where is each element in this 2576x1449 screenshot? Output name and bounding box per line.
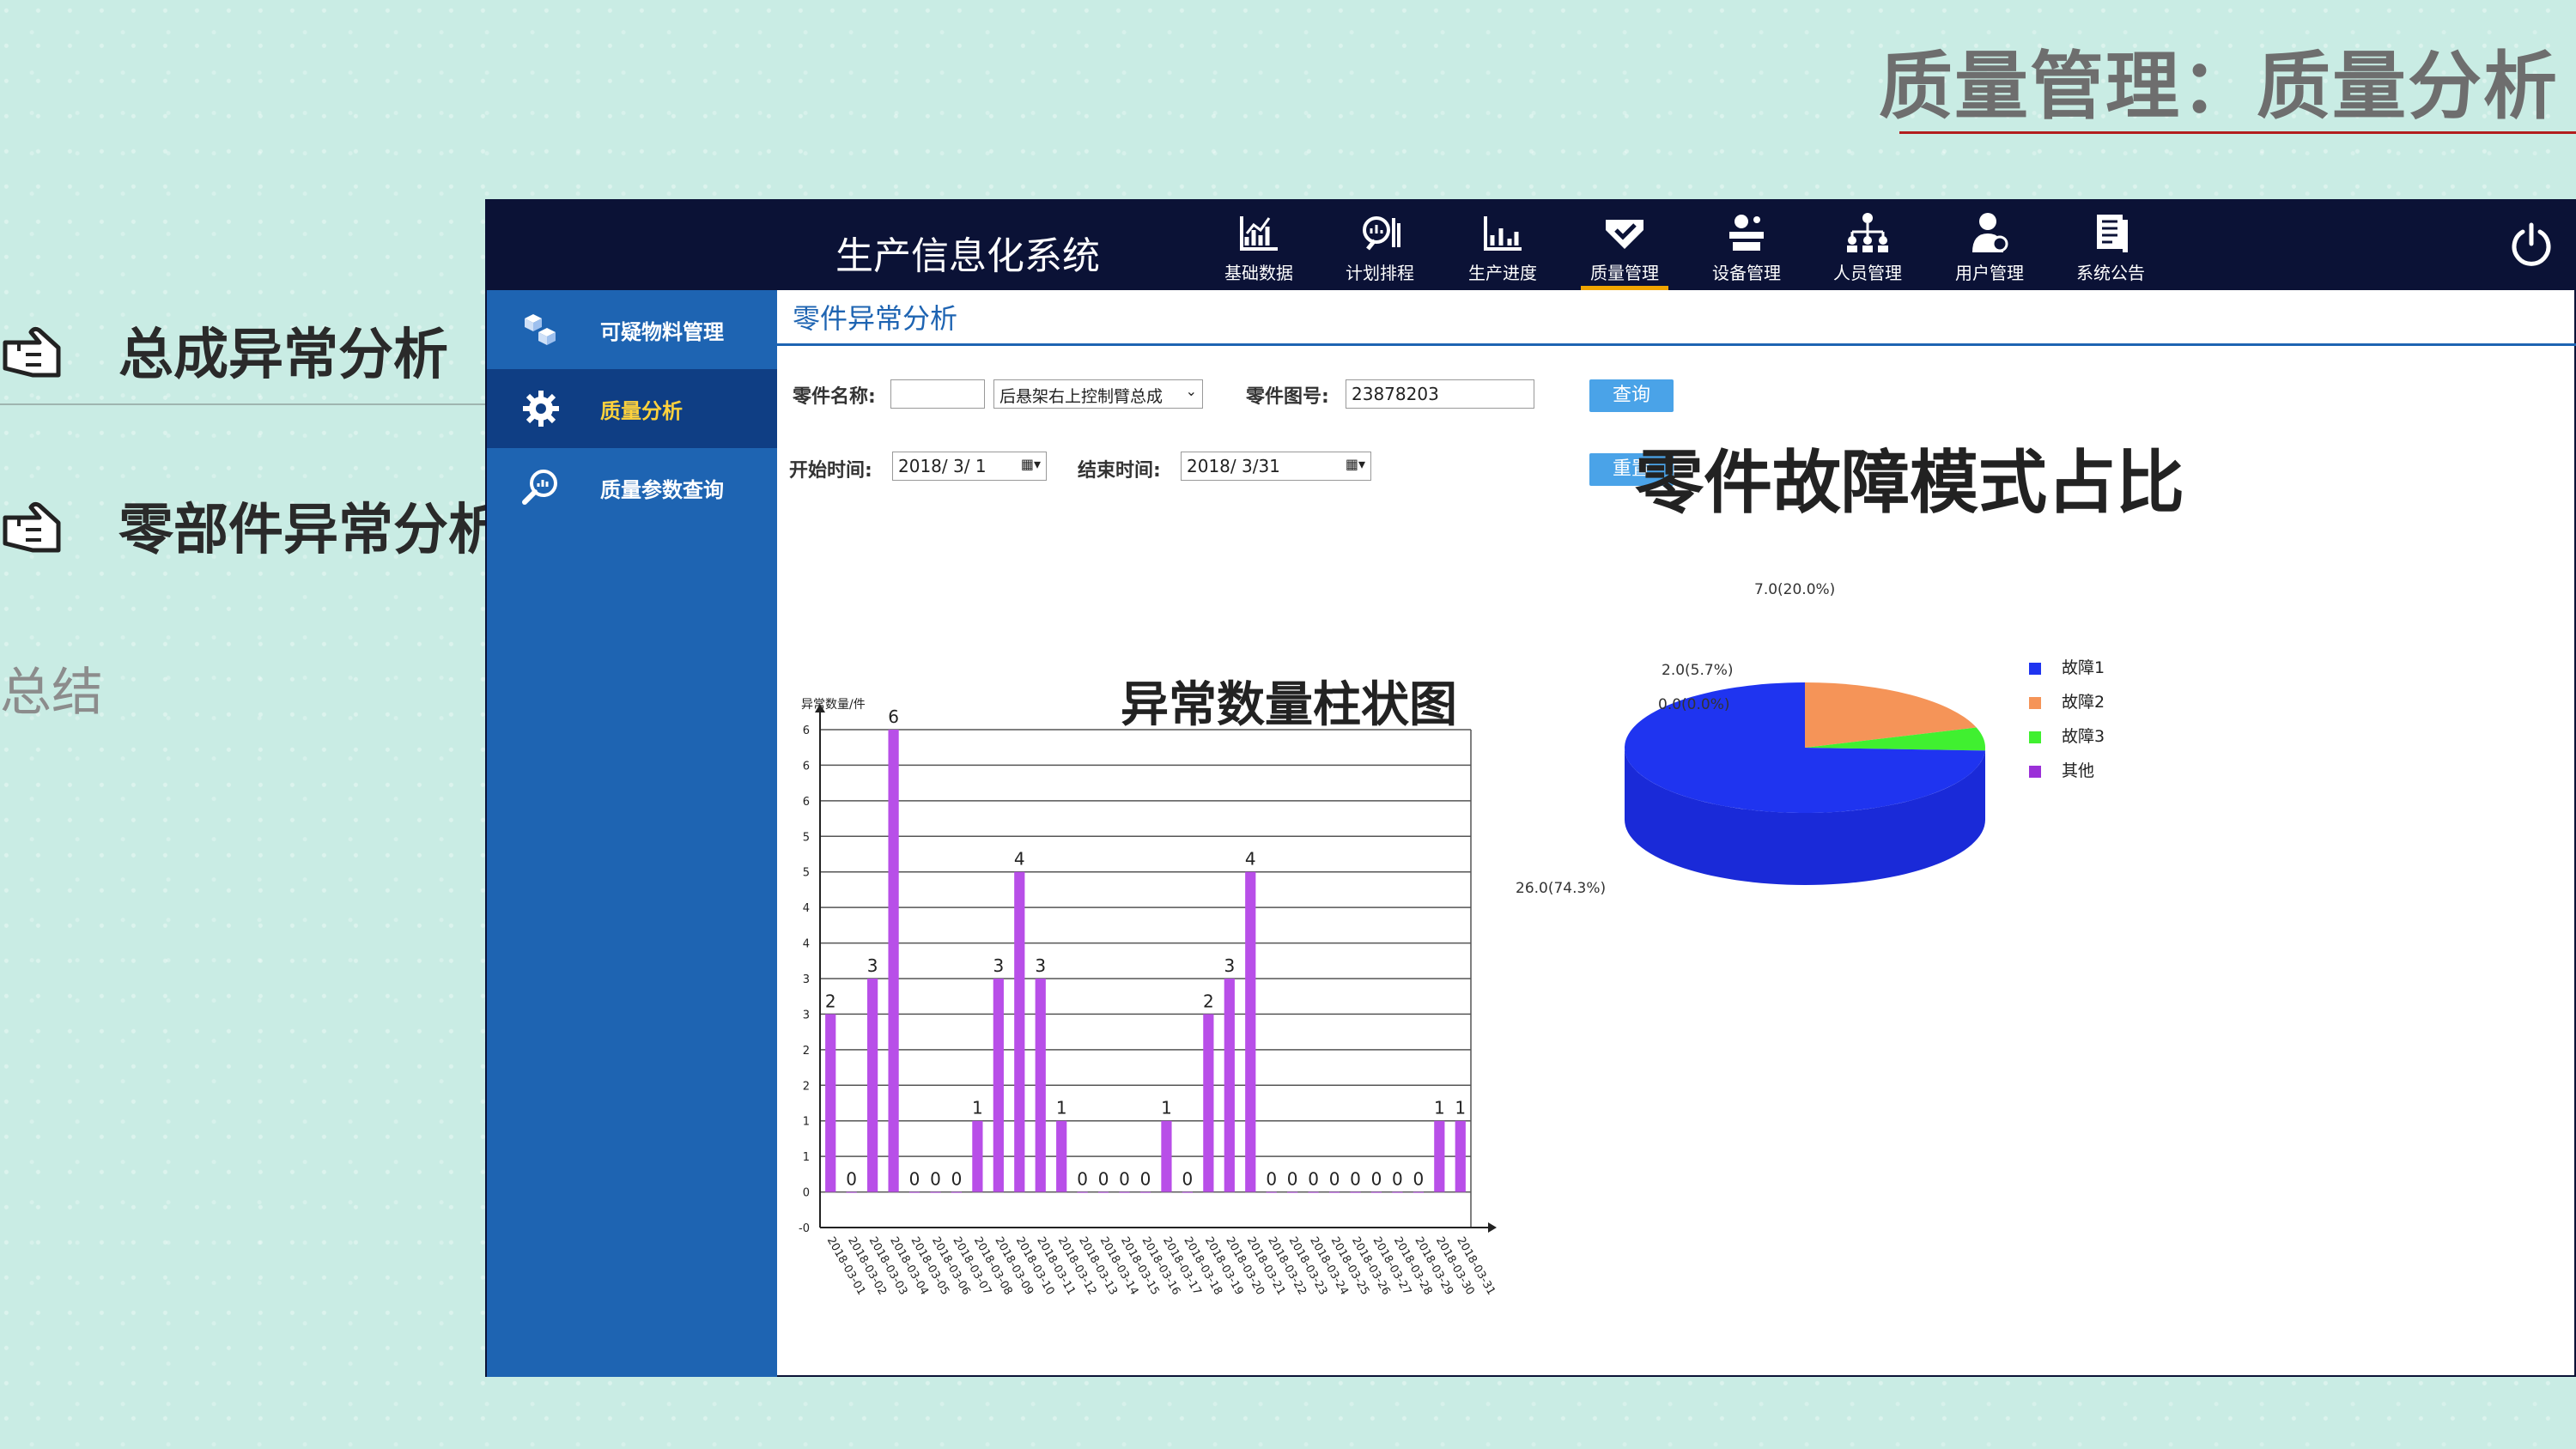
pie-slice-label: 0.0(0.0%) <box>1658 696 1730 713</box>
system-title: 生产信息化系统 <box>835 234 1100 278</box>
nav-label: 基础数据 <box>1224 263 1293 283</box>
sidebar-item-quality-analysis[interactable]: 质量分析 <box>487 369 777 448</box>
legend-label: 故障2 <box>2062 693 2105 712</box>
sidebar-label: 质量分析 <box>600 398 683 423</box>
legend-swatch <box>2029 697 2041 709</box>
outline-label: 总成异常分析 <box>118 324 448 387</box>
pie-slice-label: 2.0(5.7%) <box>1662 662 1734 679</box>
nav-production-progress[interactable]: 生产进度 <box>1452 211 1553 288</box>
legend-swatch <box>2029 663 2041 675</box>
nav-label: 设备管理 <box>1712 263 1781 283</box>
nav-equipment-management[interactable]: 设备管理 <box>1696 211 1797 288</box>
equipment-icon <box>1729 215 1764 251</box>
pointing-hand-icon <box>3 501 61 553</box>
progress-chart-icon <box>1484 216 1522 251</box>
slide-title: 质量管理：质量分析 <box>1879 44 2559 130</box>
nav-plan-schedule[interactable]: 计划排程 <box>1329 211 1431 288</box>
nav-system-notice[interactable]: 系统公告 <box>2060 211 2161 288</box>
title-underline <box>1899 131 2576 134</box>
sidebar-label: 质量参数查询 <box>600 477 724 502</box>
outline-item-assembly: 总成异常分析 <box>0 311 448 390</box>
search-icon <box>522 470 557 505</box>
org-icon <box>1847 213 1888 252</box>
nav-label: 计划排程 <box>1346 263 1414 283</box>
outline-item-summary: 总结 <box>0 663 103 723</box>
pie-slice-label: 7.0(20.0%) <box>1754 581 1835 598</box>
outline-label: 零部件异常分析 <box>118 499 503 562</box>
nav-personnel-management[interactable]: 人员管理 <box>1817 211 1918 288</box>
pie-slice-label: 26.0(74.3%) <box>1516 880 1606 897</box>
nav-label: 质量管理 <box>1590 263 1659 283</box>
top-nav-bar: 生产信息化系统 基础数据 计划排程 生产进度 质量管理 设备管理 人员管理 用户… <box>487 201 2576 290</box>
cubes-icon <box>525 314 556 345</box>
outline-divider <box>0 403 489 405</box>
pointing-hand-icon <box>3 326 61 378</box>
sidebar: 可疑物料管理 质量分析 质量参数查询 <box>487 290 777 1377</box>
legend-label: 故障3 <box>2062 727 2105 746</box>
legend-label: 故障1 <box>2062 658 2105 677</box>
sidebar-item-suspect-material[interactable]: 可疑物料管理 <box>487 290 777 369</box>
nav-label: 用户管理 <box>1955 263 2024 283</box>
chart-icon <box>1240 216 1278 251</box>
nav-label: 生产进度 <box>1468 263 1537 283</box>
sidebar-item-quality-parameter-query[interactable]: 质量参数查询 <box>487 448 777 527</box>
nav-label: 人员管理 <box>1833 263 1902 283</box>
outline-item-parts: 零部件异常分析 <box>0 486 503 565</box>
legend-label: 其他 <box>2062 761 2094 780</box>
quality-icon <box>1606 220 1643 249</box>
nav-basic-data[interactable]: 基础数据 <box>1208 211 1309 288</box>
nav-label: 系统公告 <box>2076 263 2145 283</box>
legend-swatch <box>2029 731 2041 743</box>
nav-quality-management[interactable]: 质量管理 <box>1574 211 1675 290</box>
search-chart-icon <box>1363 216 1400 251</box>
power-icon[interactable] <box>2507 221 2555 270</box>
gear-icon <box>523 391 559 427</box>
pie-chart-title: 零件故障模式占比 <box>1635 443 2184 523</box>
app-window: 生产信息化系统 基础数据 计划排程 生产进度 质量管理 设备管理 人员管理 用户… <box>485 199 2576 1377</box>
notice-icon <box>2097 215 2128 252</box>
legend-swatch <box>2029 766 2041 778</box>
user-icon <box>1972 213 2008 252</box>
sidebar-label: 可疑物料管理 <box>600 319 724 344</box>
nav-user-management[interactable]: 用户管理 <box>1939 211 2040 288</box>
